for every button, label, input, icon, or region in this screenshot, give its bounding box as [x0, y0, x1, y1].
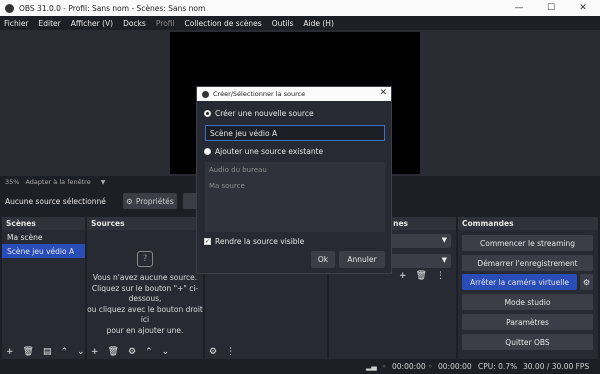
network-icon: ▂▄	[366, 362, 377, 371]
commands-dock: Commandes Commencer le streaming Démarre…	[458, 217, 598, 359]
add-existing-label: Ajouter une source existante	[215, 147, 324, 156]
dialog-titlebar: Créer/Sélectionner la source ✕	[197, 87, 391, 101]
minimize-button[interactable]: —	[502, 0, 536, 16]
scenes-title: Scènes	[2, 217, 85, 230]
trash-icon[interactable]: 🗑	[416, 271, 427, 281]
start-streaming-button[interactable]: Commencer le streaming	[462, 235, 593, 251]
cancel-button[interactable]: Annuler	[339, 251, 385, 268]
chevron-down-icon[interactable]: ▼	[101, 179, 106, 186]
start-recording-button[interactable]: Démarrer l'enregistrement	[462, 255, 593, 271]
empty-line: Cliquez sur le bouton "+" ci-dessous,	[91, 283, 199, 304]
chevron-down-icon[interactable]: ⌄	[162, 347, 170, 357]
dialog-title: Créer/Sélectionner la source	[213, 90, 306, 98]
empty-line: ou cliquez avec le bouton droit ici	[87, 304, 203, 325]
filter-icon[interactable]: ▤	[43, 347, 52, 357]
settings-button[interactable]: Paramètres	[462, 314, 593, 330]
chevron-up-icon[interactable]: ⌃	[145, 347, 153, 357]
sources-toolbar: + 🗑 ⚙ ⌃ ⌄	[87, 345, 203, 359]
trash-icon[interactable]: 🗑	[23, 347, 34, 357]
source-name-input[interactable]: Scène jeu védio A	[205, 125, 385, 141]
dialog-close-button[interactable]: ✕	[379, 88, 387, 98]
obs-logo-icon	[202, 90, 209, 98]
create-new-radio[interactable]: Créer une nouvelle source	[204, 109, 384, 118]
commands-title: Commandes	[458, 217, 598, 230]
list-item[interactable]: Ma source	[205, 178, 385, 194]
virtual-camera-settings-icon[interactable]: ⚙	[580, 274, 593, 290]
gear-icon[interactable]: ⚙	[128, 347, 136, 357]
menu-docks[interactable]: Docks	[123, 19, 146, 28]
record-dot-icon: ◦	[428, 362, 433, 371]
chevron-down-icon: ▼	[441, 236, 447, 244]
chevron-up-icon[interactable]: ⌃	[61, 347, 69, 357]
sources-dock: Sources ? Vous n'avez aucune source. Cli…	[87, 217, 203, 359]
question-icon: ?	[137, 251, 153, 267]
menu-profil[interactable]: Profil	[156, 19, 175, 28]
properties-label: Propriétés	[135, 196, 174, 206]
menu-aide[interactable]: Aide (H)	[303, 19, 333, 28]
settings-icon[interactable]: ⚙	[209, 347, 217, 357]
add-icon[interactable]: +	[91, 347, 99, 357]
trash-icon[interactable]: 🗑	[108, 347, 119, 357]
quit-button[interactable]: Quitter OBS	[462, 334, 593, 350]
sources-empty-state: ? Vous n'avez aucune source. Cliquez sur…	[87, 251, 203, 336]
window-title: OBS 31.0.0 - Profil: Sans nom - Scènes: …	[19, 3, 206, 13]
close-button[interactable]: ✕	[566, 0, 600, 16]
menu-collection-scenes[interactable]: Collection de scènes	[185, 19, 262, 28]
stop-virtual-camera-button[interactable]: Arrêter la caméra virtuelle	[462, 274, 577, 290]
mixer-toolbar: + 🗑 ⋮	[399, 271, 445, 281]
zoom-fit-select[interactable]: Adapter à la fenêtre	[25, 178, 90, 186]
menu-afficher[interactable]: Afficher (V)	[71, 19, 113, 28]
maximize-button[interactable]: ☐	[534, 0, 568, 16]
properties-button[interactable]: ⚙ Propriétés	[123, 193, 177, 209]
fps-readout: 30.00 / 30.00 FPS	[523, 362, 590, 371]
menu-editer[interactable]: Editer	[39, 19, 61, 28]
scene-item-selected[interactable]: Scène jeu védio A	[2, 244, 85, 258]
menu-outils[interactable]: Outils	[272, 19, 294, 28]
record-time: 00:00:00	[438, 362, 472, 371]
scenes-dock: Scènes Ma scène Scène jeu védio A + 🗑 ▤ …	[2, 217, 85, 359]
make-visible-label: Rendre la source visible	[215, 237, 305, 246]
status-bar: ▂▄ ◦ 00:00:00 ◦ 00:00:00 CPU: 0.7% 30.00…	[0, 359, 600, 374]
scene-item[interactable]: Ma scène	[2, 230, 85, 244]
empty-line: Vous n'avez aucune source.	[92, 273, 198, 282]
chevron-down-icon: ▼	[441, 256, 447, 264]
more-icon[interactable]: ⋮	[436, 271, 445, 281]
sources-title: Sources	[87, 217, 203, 230]
scenes-toolbar: + 🗑 ▤ ⌃ ⌄	[2, 345, 85, 359]
ok-button[interactable]: Ok	[311, 251, 335, 268]
checkmark-icon: ✓	[204, 238, 211, 245]
menu-fichier[interactable]: Fichier	[4, 19, 29, 28]
chevron-down-icon[interactable]: ⌄	[77, 347, 85, 357]
create-new-label: Créer une nouvelle source	[215, 109, 314, 118]
existing-sources-list: Audio du bureau Ma source	[205, 162, 385, 232]
obs-logo-icon	[5, 3, 14, 13]
add-icon[interactable]: +	[399, 271, 407, 281]
studio-mode-button[interactable]: Mode studio	[462, 294, 593, 310]
transitions-toolbar: ⚙ ⋮	[205, 345, 327, 359]
add-icon[interactable]: +	[6, 347, 14, 357]
more-icon[interactable]: ⋮	[226, 347, 235, 357]
radio-checked-icon	[204, 110, 211, 117]
empty-line: pour en ajouter une.	[106, 325, 184, 335]
stream-time: 00:00:00	[392, 362, 426, 371]
no-source-label: Aucune source sélectionné	[5, 196, 106, 206]
create-source-dialog: Créer/Sélectionner la source ✕ Créer une…	[196, 86, 392, 274]
make-visible-checkbox[interactable]: ✓ Rendre la source visible	[204, 237, 304, 246]
filters-button[interactable]	[183, 193, 197, 209]
list-item[interactable]: Audio du bureau	[205, 162, 385, 178]
add-existing-radio[interactable]: Ajouter une source existante	[204, 147, 384, 156]
gear-icon: ⚙	[126, 196, 133, 206]
radio-unchecked-icon	[204, 148, 211, 155]
stream-dot-icon: ◦	[382, 362, 387, 371]
menu-bar: Fichier Editer Afficher (V) Docks Profil…	[0, 16, 600, 30]
cpu-usage: CPU: 0.7%	[478, 362, 518, 371]
zoom-value: 35%	[5, 178, 20, 186]
window-titlebar: OBS 31.0.0 - Profil: Sans nom - Scènes: …	[0, 0, 600, 16]
